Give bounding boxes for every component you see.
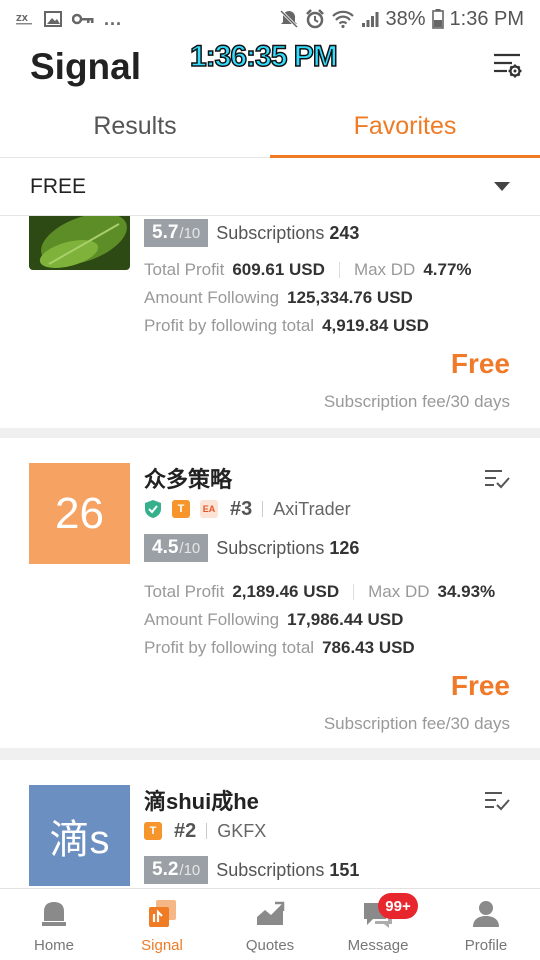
max-dd-value: 34.93% bbox=[437, 582, 496, 601]
badge-row: T #2 GKFX bbox=[144, 818, 266, 844]
rank-label: #3 bbox=[230, 497, 253, 520]
subscriptions-count: 151 bbox=[329, 859, 360, 880]
person-icon bbox=[473, 901, 499, 927]
tab-results[interactable]: Results bbox=[0, 96, 270, 157]
filter-selected-value: FREE bbox=[30, 174, 87, 198]
broker-name: GKFX bbox=[217, 820, 267, 841]
app-logo-icon: ZX bbox=[16, 14, 32, 25]
status-time: 1:36 PM bbox=[449, 7, 524, 30]
signal-icon bbox=[362, 12, 379, 27]
tab-favorites[interactable]: Favorites bbox=[270, 96, 540, 158]
nav-signal[interactable]: Signal bbox=[108, 889, 216, 960]
more-notifications: ... bbox=[104, 8, 123, 29]
favorite-list-check-icon[interactable] bbox=[484, 468, 510, 490]
max-dd-value: 4.77% bbox=[423, 260, 472, 279]
subscription-price: Free bbox=[450, 348, 510, 379]
status-right: 38% 1:36 PM bbox=[279, 8, 524, 31]
favorite-list-check-icon[interactable] bbox=[484, 790, 510, 812]
image-icon bbox=[44, 11, 62, 27]
signal-card[interactable]: 滴s 滴shui成he T #2 GKFX 5.2/10 Subscriptio… bbox=[0, 760, 540, 888]
price-filter-dropdown[interactable]: FREE bbox=[0, 158, 540, 216]
mute-icon bbox=[280, 10, 299, 28]
svg-text:ZX: ZX bbox=[16, 14, 29, 23]
avatar: 26 bbox=[29, 463, 130, 564]
app-header: Signal 1:36:35 PM bbox=[0, 38, 540, 96]
signal-list[interactable]: 5.7/10 Subscriptions 243 Total Profit 60… bbox=[0, 216, 540, 888]
tag-t-badge: T bbox=[172, 500, 190, 518]
home-icon bbox=[42, 902, 66, 926]
tag-t-badge: T bbox=[144, 822, 162, 840]
tag-ea-badge: EA bbox=[200, 500, 218, 518]
score-row: 5.2/10 Subscriptions 151 bbox=[144, 855, 359, 885]
profit-following-row: Profit by following total 786.43 USD bbox=[144, 638, 415, 657]
nav-quotes[interactable]: Quotes bbox=[216, 889, 324, 960]
fee-note: Subscription fee/30 days bbox=[323, 714, 510, 733]
bottom-nav: Home Signal Quotes 99+ Message Profile bbox=[0, 888, 540, 960]
status-bar: ZX ... 38% 1:36 PM bbox=[0, 0, 540, 38]
subscription-price: Free bbox=[450, 670, 510, 701]
profit-row: Total Profit 2,189.46 USD Max DD 34.93% bbox=[144, 582, 496, 601]
amount-following-row: Amount Following 125,334.76 USD bbox=[144, 288, 413, 307]
signal-card[interactable]: 26 众多策略 T EA #3 AxiTrader 4.5/10 Subscri… bbox=[0, 438, 540, 748]
profit-following-value: 4,919.84 USD bbox=[322, 316, 429, 335]
score-row: 4.5/10 Subscriptions 126 bbox=[144, 533, 359, 563]
subscriptions-count: 243 bbox=[329, 222, 360, 243]
subscriptions-count: 126 bbox=[329, 537, 360, 558]
subscriptions-label: Subscriptions bbox=[216, 537, 325, 558]
badge-row: T EA #3 AxiTrader bbox=[144, 496, 351, 522]
battery-icon bbox=[431, 9, 444, 29]
rank-label: #2 bbox=[174, 819, 197, 842]
broker-name: AxiTrader bbox=[273, 498, 351, 519]
subscriptions-label: Subscriptions bbox=[216, 222, 325, 243]
fee-note: Subscription fee/30 days bbox=[323, 392, 510, 411]
total-profit-value: 2,189.46 USD bbox=[232, 582, 340, 601]
chart-trend-icon bbox=[257, 901, 285, 925]
wifi-icon bbox=[332, 10, 355, 28]
strategy-name: 众多策略 bbox=[144, 467, 233, 492]
status-left-icons: ZX ... bbox=[14, 9, 122, 30]
key-icon bbox=[72, 13, 94, 25]
message-count-badge: 99+ bbox=[378, 893, 418, 919]
score-row: 5.7/10 Subscriptions 243 bbox=[144, 218, 359, 248]
nav-profile[interactable]: Profile bbox=[432, 889, 540, 960]
signal-card[interactable]: 5.7/10 Subscriptions 243 Total Profit 60… bbox=[0, 216, 540, 428]
filter-settings-icon[interactable] bbox=[490, 48, 524, 82]
avatar bbox=[29, 216, 130, 270]
profit-following-value: 786.43 USD bbox=[322, 638, 415, 657]
battery-percent: 38% bbox=[385, 7, 426, 30]
leaf-photo-icon bbox=[29, 216, 130, 270]
rating-badge: 5.7/10 bbox=[144, 219, 209, 247]
nav-message[interactable]: 99+ Message bbox=[324, 889, 432, 960]
amount-following-row: Amount Following 17,986.44 USD bbox=[144, 610, 404, 629]
avatar: 滴s bbox=[29, 785, 130, 886]
shield-check-icon bbox=[145, 500, 161, 518]
profit-following-row: Profit by following total 4,919.84 USD bbox=[144, 316, 429, 335]
alarm-icon bbox=[306, 9, 325, 29]
page-title: Signal bbox=[30, 46, 142, 87]
amount-following-value: 125,334.76 USD bbox=[287, 288, 413, 307]
strategy-name: 滴shui成he bbox=[144, 789, 259, 814]
amount-following-value: 17,986.44 USD bbox=[287, 610, 404, 629]
rating-badge: 5.2/10 bbox=[144, 856, 209, 884]
total-profit-value: 609.61 USD bbox=[232, 260, 325, 279]
nav-home[interactable]: Home bbox=[0, 889, 108, 960]
subscriptions-label: Subscriptions bbox=[216, 859, 325, 880]
dropdown-caret-icon bbox=[494, 182, 510, 191]
profit-row: Total Profit 609.61 USD Max DD 4.77% bbox=[144, 260, 472, 279]
clock-overlay: 1:36:35 PM bbox=[189, 39, 338, 74]
signal-app-icon bbox=[149, 900, 176, 927]
tab-bar: Results Favorites bbox=[0, 96, 540, 158]
rating-badge: 4.5/10 bbox=[144, 534, 209, 562]
